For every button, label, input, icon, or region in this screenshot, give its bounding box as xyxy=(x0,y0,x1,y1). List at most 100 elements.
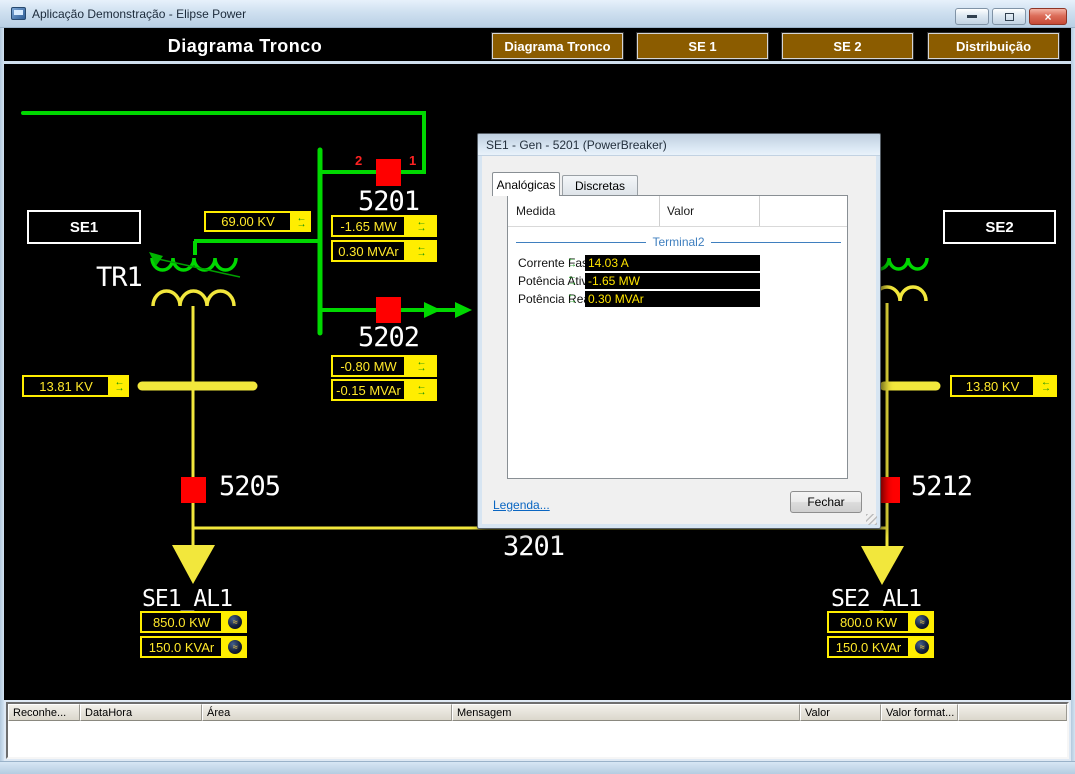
nav-button-se2[interactable]: SE 2 xyxy=(782,33,913,59)
measure-gen-mw[interactable]: -1.65 MW ←→ xyxy=(331,215,437,237)
measure-se1-hv-kv[interactable]: 69.00 KV ←→ xyxy=(204,211,311,232)
measure-se2-lv-kv[interactable]: 13.80 KV ←→ xyxy=(950,375,1057,397)
maximize-button[interactable] xyxy=(992,8,1026,25)
alarm-col-reconhece[interactable]: Reconhe... xyxy=(8,704,80,721)
measure-value[interactable]: 13.81 KV xyxy=(22,375,110,397)
group-label: Terminal2 xyxy=(652,235,704,249)
swap-icon[interactable]: ←→ xyxy=(110,375,129,397)
measure-row-potencia-reativa[interactable]: Potência Reativa Trifásica ←→ 0.30 MVAr xyxy=(508,290,847,308)
swap-icon[interactable]: ←→ xyxy=(567,292,577,304)
transformer-tr1-label: TR1 xyxy=(96,262,142,293)
column-separator[interactable] xyxy=(759,196,760,226)
tr1-lv-winding[interactable] xyxy=(153,291,234,306)
terminal2-group: Terminal2 xyxy=(516,234,841,250)
trend-icon: ≈ xyxy=(228,615,242,629)
group-line-right xyxy=(711,242,841,243)
alarm-col-mensagem[interactable]: Mensagem xyxy=(452,704,800,721)
trend-button[interactable]: ≈ xyxy=(223,636,247,658)
alarm-table: Reconhe... DataHora Área Mensagem Valor … xyxy=(6,702,1069,759)
tie-3201-label: 3201 xyxy=(503,531,564,562)
close-button[interactable]: × xyxy=(1029,8,1067,25)
dialog-title: SE1 - Gen - 5201 (PowerBreaker) xyxy=(486,138,667,152)
nav-button-distribuicao[interactable]: Distribuição xyxy=(928,33,1059,59)
fechar-button[interactable]: Fechar xyxy=(790,491,862,513)
breaker-5205-label: 5205 xyxy=(219,471,280,502)
alarm-col-empty[interactable] xyxy=(958,704,1067,721)
window-frame-right xyxy=(1071,28,1075,761)
tab-analogicas[interactable]: Analógicas xyxy=(492,172,560,196)
measure-value[interactable]: -0.15 MVAr xyxy=(331,379,406,401)
title-bar: Aplicação Demonstração - Elipse Power xyxy=(0,0,1075,28)
breaker-5201[interactable] xyxy=(376,159,401,186)
powerbreaker-dialog: SE1 - Gen - 5201 (PowerBreaker) Analógic… xyxy=(477,133,881,529)
feeder-se2-kvar[interactable]: 150.0 KVAr ≈ xyxy=(827,636,934,658)
minimize-button[interactable] xyxy=(955,8,989,25)
measure-value[interactable]: 150.0 KVAr xyxy=(827,636,910,658)
swap-icon[interactable]: ←→ xyxy=(567,256,577,268)
measure-gen-mvar[interactable]: 0.30 MVAr ←→ xyxy=(331,240,437,262)
measure-value[interactable]: 150.0 KVAr xyxy=(140,636,223,658)
feeder-se2-kw[interactable]: 800.0 KW ≈ xyxy=(827,611,934,633)
measure-se1-lv-kv[interactable]: 13.81 KV ←→ xyxy=(22,375,129,397)
measure-value[interactable]: 14.03 A xyxy=(585,255,760,271)
station-se2-label: SE2 xyxy=(985,219,1013,236)
breaker-5201-label: 5201 xyxy=(358,186,419,217)
alarm-col-datahora[interactable]: DataHora xyxy=(80,704,202,721)
column-header-valor[interactable]: Valor xyxy=(667,204,694,218)
trend-button[interactable]: ≈ xyxy=(223,611,247,633)
hv-loop-line xyxy=(23,113,424,172)
swap-icon[interactable]: ←→ xyxy=(1035,375,1057,397)
breaker-5212-label: 5212 xyxy=(911,471,972,502)
measure-value[interactable]: 0.30 MVAr xyxy=(331,240,406,262)
measure-value[interactable]: 13.80 KV xyxy=(950,375,1035,397)
measure-line-mw[interactable]: -0.80 MW ←→ xyxy=(331,355,437,377)
feeder-se1-kvar[interactable]: 150.0 KVAr ≈ xyxy=(140,636,247,658)
station-se1-label: SE1 xyxy=(70,219,98,236)
alarm-col-valor-format[interactable]: Valor format... xyxy=(881,704,958,721)
app-icon xyxy=(11,7,26,20)
measure-list: Medida Valor Terminal2 Corrente Fase A ←… xyxy=(507,195,848,479)
measure-value[interactable]: 0.30 MVAr xyxy=(585,291,760,307)
tab-discretas[interactable]: Discretas xyxy=(562,175,638,196)
tr1-hv-feed xyxy=(194,241,320,255)
dialog-title-bar[interactable]: SE1 - Gen - 5201 (PowerBreaker) xyxy=(478,134,880,156)
column-header-medida[interactable]: Medida xyxy=(516,204,555,218)
legend-link[interactable]: Legenda... xyxy=(493,498,550,512)
window-frame-bottom xyxy=(0,761,1075,774)
minimize-icon xyxy=(967,15,977,18)
swap-icon[interactable]: ←→ xyxy=(406,379,437,401)
feeder-se1-kw[interactable]: 850.0 KW ≈ xyxy=(140,611,247,633)
breaker-5205[interactable] xyxy=(181,477,206,503)
trend-button[interactable]: ≈ xyxy=(910,636,934,658)
alarm-col-area[interactable]: Área xyxy=(202,704,452,721)
measure-value[interactable]: 800.0 KW xyxy=(827,611,910,633)
tr2-lv-winding[interactable] xyxy=(874,287,926,301)
column-separator[interactable] xyxy=(659,196,660,226)
window-title: Aplicação Demonstração - Elipse Power xyxy=(32,7,246,21)
trend-button[interactable]: ≈ xyxy=(910,611,934,633)
measure-row-potencia-ativa[interactable]: Potência Ativa Trifásica ←→ -1.65 MW xyxy=(508,272,847,290)
station-se1-box[interactable]: SE1 xyxy=(27,210,141,244)
nav-button-se1[interactable]: SE 1 xyxy=(637,33,768,59)
swap-icon[interactable]: ←→ xyxy=(406,240,437,262)
measure-value[interactable]: -1.65 MW xyxy=(331,215,406,237)
breaker-5202-label: 5202 xyxy=(358,322,419,353)
swap-icon[interactable]: ←→ xyxy=(567,274,577,286)
measure-value[interactable]: -1.65 MW xyxy=(585,273,760,289)
breaker-5202[interactable] xyxy=(376,297,401,323)
trend-icon: ≈ xyxy=(915,615,929,629)
swap-icon[interactable]: ←→ xyxy=(292,211,311,232)
station-se2-box[interactable]: SE2 xyxy=(943,210,1056,244)
terminal-2-label: 2 xyxy=(355,153,362,168)
swap-icon[interactable]: ←→ xyxy=(406,215,437,237)
measure-value[interactable]: 850.0 KW xyxy=(140,611,223,633)
terminal-1-label: 1 xyxy=(409,153,416,168)
nav-button-diagrama-tronco[interactable]: Diagrama Tronco xyxy=(492,33,623,59)
resize-grip[interactable] xyxy=(866,514,877,525)
measure-value[interactable]: 69.00 KV xyxy=(204,211,292,232)
alarm-col-valor[interactable]: Valor xyxy=(800,704,881,721)
swap-icon[interactable]: ←→ xyxy=(406,355,437,377)
measure-value[interactable]: -0.80 MW xyxy=(331,355,406,377)
measure-line-mvar[interactable]: -0.15 MVAr ←→ xyxy=(331,379,437,401)
measure-row-corrente[interactable]: Corrente Fase A ←→ 14.03 A xyxy=(508,254,847,272)
